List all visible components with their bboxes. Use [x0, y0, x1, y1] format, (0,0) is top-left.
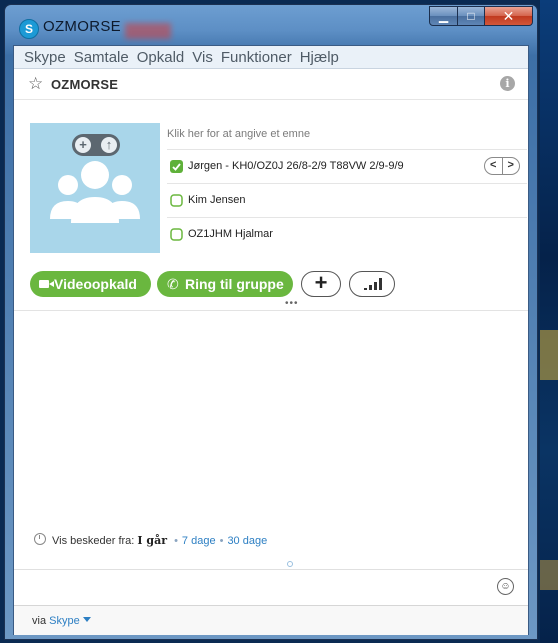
star-icon[interactable]: ☆ — [28, 74, 43, 94]
resize-handle[interactable]: ••• — [285, 298, 299, 309]
offline-status-icon — [170, 228, 183, 241]
window-title: OZMORSE — [43, 18, 121, 35]
phone-icon: ✆ — [167, 276, 179, 292]
menu-bar: Skype Samtale Opkald Vis Funktioner Hjæl… — [14, 46, 528, 69]
topic-field[interactable]: Klik her for at angive et emne — [167, 128, 310, 140]
menu-skype[interactable]: Skype — [24, 49, 66, 66]
conversation-header: ☆ OZMORSE i — [14, 69, 528, 100]
online-status-icon — [170, 160, 183, 173]
call-quality-button[interactable] — [349, 271, 395, 297]
menu-funktioner[interactable]: Funktioner — [221, 49, 292, 66]
title-bar[interactable]: S OZMORSE ▁ □ ✕ — [5, 5, 537, 45]
pager-prev-button[interactable]: < — [485, 158, 502, 174]
service-selector[interactable]: Skype — [49, 615, 80, 627]
menu-samtale[interactable]: Samtale — [74, 49, 129, 66]
history-selected: I går — [137, 534, 167, 547]
menu-opkald[interactable]: Opkald — [137, 49, 185, 66]
desktop-background — [540, 0, 558, 643]
history-separator: • — [219, 535, 224, 547]
participant-pager: < > — [484, 157, 520, 175]
participant-name: Jørgen - KH0/OZ0J 26/8-2/9 T88VW 2/9-9/9 — [188, 160, 404, 172]
video-call-button[interactable]: Videoopkald — [30, 271, 151, 297]
group-name: OZMORSE — [51, 77, 119, 92]
participant-name: OZ1JHM Hjalmar — [188, 228, 273, 240]
history-separator: • — [174, 535, 178, 547]
video-camera-icon — [39, 280, 54, 288]
skype-window: S OZMORSE ▁ □ ✕ Skype Samtale Opkald Vis… — [4, 4, 538, 640]
group-avatar[interactable]: + ↑ — [30, 123, 160, 253]
history-30-days-link[interactable]: 30 dage — [227, 535, 267, 547]
footer-bar: via Skype — [14, 605, 528, 635]
history-filter: Vis beskeder fra: I går • 7 dage • 30 dage — [34, 533, 267, 547]
participant-row[interactable]: OZ1JHM Hjalmar — [167, 217, 527, 251]
add-people-button[interactable]: + — [301, 271, 341, 297]
title-highlight — [125, 23, 171, 39]
skype-icon: S — [19, 19, 39, 39]
splitter-handle[interactable] — [287, 561, 293, 567]
participant-row[interactable]: Jørgen - KH0/OZ0J 26/8-2/9 T88VW 2/9-9/9… — [167, 149, 527, 183]
close-button[interactable]: ✕ — [485, 6, 533, 26]
signal-bars-icon — [364, 278, 384, 290]
minimize-button[interactable]: ▁ — [429, 6, 458, 26]
call-group-button[interactable]: ✆ Ring til gruppe — [157, 271, 293, 297]
clock-icon — [34, 533, 46, 545]
pager-next-button[interactable]: > — [501, 158, 520, 174]
group-people-icon — [50, 161, 140, 223]
message-input[interactable]: ☺ — [14, 569, 528, 606]
chevron-down-icon[interactable] — [82, 617, 91, 622]
participant-name: Kim Jensen — [188, 194, 246, 206]
history-7-days-link[interactable]: 7 dage — [182, 535, 216, 547]
maximize-button[interactable]: □ — [458, 6, 485, 26]
via-label: via — [32, 615, 47, 627]
info-icon[interactable]: i — [500, 76, 515, 91]
offline-status-icon — [170, 194, 183, 207]
participant-row[interactable]: Kim Jensen — [167, 183, 527, 217]
history-prefix: Vis beskeder fra: — [52, 535, 135, 547]
client-area: Skype Samtale Opkald Vis Funktioner Hjæl… — [13, 45, 529, 635]
smiley-icon[interactable]: ☺ — [497, 578, 514, 595]
menu-hjaelp[interactable]: Hjælp — [300, 49, 339, 66]
menu-vis[interactable]: Vis — [192, 49, 213, 66]
